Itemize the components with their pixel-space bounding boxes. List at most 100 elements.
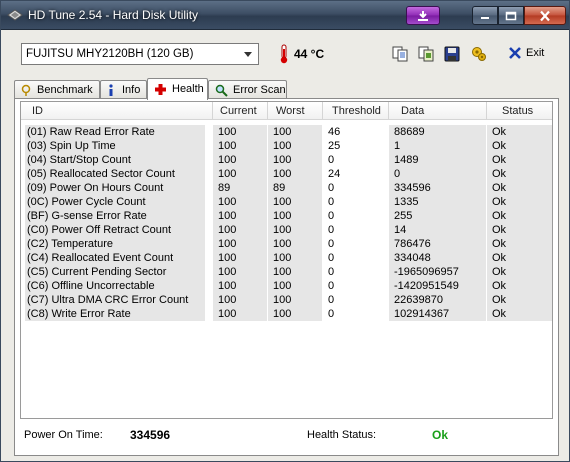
cell-current: 100: [213, 139, 267, 153]
close-icon: [540, 10, 550, 21]
tab-health-label: Health: [172, 83, 204, 95]
cell-id: (04) Start/Stop Count: [25, 153, 205, 167]
copy-text-icon[interactable]: [391, 45, 409, 63]
tab-error-scan-label: Error Scan: [233, 84, 286, 96]
thermometer-icon: [280, 44, 288, 64]
cell-worst: 100: [268, 223, 322, 237]
cell-id: (05) Reallocated Sector Count: [25, 167, 205, 181]
cell-current: 100: [213, 265, 267, 279]
column-header-worst[interactable]: Worst: [276, 105, 305, 117]
cell-status: Ok: [487, 167, 552, 181]
cell-threshold: 0: [328, 238, 335, 250]
cell-id: (C6) Offline Uncorrectable: [25, 279, 205, 293]
cell-status: Ok: [487, 279, 552, 293]
maximize-button[interactable]: [498, 6, 524, 25]
tab-health[interactable]: Health: [147, 78, 208, 100]
table-row[interactable]: (C0) Power Off Retract Count 100 100 0 14 Ok: [21, 223, 552, 237]
cell-data: 1: [389, 139, 486, 153]
cell-worst: 100: [268, 209, 322, 223]
copy-screenshot-icon[interactable]: [417, 45, 435, 63]
table-row[interactable]: (09) Power On Hours Count 89 89 0 334596 Ok: [21, 181, 552, 195]
table-row[interactable]: (C8) Write Error Rate 100 100 0 102914367 Ok: [21, 307, 552, 321]
cell-current: 100: [213, 125, 267, 139]
column-divider[interactable]: [322, 102, 323, 120]
column-header-status[interactable]: Status: [502, 105, 533, 117]
cell-status: Ok: [487, 209, 552, 223]
cell-status: Ok: [487, 181, 552, 195]
cell-data: 786476: [389, 237, 486, 251]
column-header-threshold[interactable]: Threshold: [332, 105, 381, 117]
cell-status: Ok: [487, 251, 552, 265]
cell-data: 0: [389, 167, 486, 181]
cell-current: 100: [213, 307, 267, 321]
power-on-label: Power On Time:: [24, 429, 103, 441]
health-status-label: Health Status:: [307, 429, 377, 441]
options-icon[interactable]: [470, 45, 488, 63]
column-divider[interactable]: [486, 102, 487, 120]
cell-id: (0C) Power Cycle Count: [25, 195, 205, 209]
cell-current: 100: [213, 223, 267, 237]
exit-x-icon: [509, 47, 521, 59]
app-window: HD Tune 2.54 - Hard Disk Utility FUJITSU…: [0, 0, 570, 462]
close-button[interactable]: [524, 6, 566, 25]
column-header-current[interactable]: Current: [220, 105, 257, 117]
minimize-icon: [481, 16, 489, 19]
table-row[interactable]: (03) Spin Up Time 100 100 25 1 Ok: [21, 139, 552, 153]
tab-info[interactable]: Info: [100, 80, 147, 99]
title-bar[interactable]: HD Tune 2.54 - Hard Disk Utility: [1, 1, 569, 30]
cell-data: 334048: [389, 251, 486, 265]
cell-data: 88689: [389, 125, 486, 139]
table-row[interactable]: (C2) Temperature 100 100 0 786476 Ok: [21, 237, 552, 251]
health-panel: ID Current Worst Threshold Data Status (…: [14, 98, 559, 456]
benchmark-icon: [21, 84, 31, 96]
table-row[interactable]: (BF) G-sense Error Rate 100 100 0 255 Ok: [21, 209, 552, 223]
cell-status: Ok: [487, 195, 552, 209]
temperature-readout: 44 °C: [294, 47, 325, 61]
minimize-button[interactable]: [472, 6, 498, 25]
column-divider[interactable]: [212, 102, 213, 120]
cell-data: 255: [389, 209, 486, 223]
column-divider[interactable]: [388, 102, 389, 120]
magnifier-icon: [215, 84, 228, 97]
cell-threshold: 25: [328, 140, 341, 152]
cell-id: (C5) Current Pending Sector: [25, 265, 205, 279]
smart-table[interactable]: ID Current Worst Threshold Data Status (…: [20, 101, 553, 419]
tab-error-scan[interactable]: Error Scan: [208, 80, 287, 99]
column-header-data[interactable]: Data: [401, 105, 424, 117]
cell-current: 100: [213, 209, 267, 223]
info-icon: [109, 84, 113, 96]
table-row[interactable]: (01) Raw Read Error Rate 100 100 46 88689 Ok: [21, 125, 552, 139]
table-row[interactable]: (C7) Ultra DMA CRC Error Count 100 100 0 226…: [21, 293, 552, 307]
column-header-id[interactable]: ID: [32, 105, 43, 117]
cell-worst: 100: [268, 153, 322, 167]
cell-id: (BF) G-sense Error Rate: [25, 209, 205, 223]
power-on-value: 334596: [130, 428, 171, 442]
cell-id: (C8) Write Error Rate: [25, 307, 205, 321]
cell-threshold: 46: [328, 126, 341, 138]
drive-select[interactable]: FUJITSU MHY2120BH (120 GB): [21, 43, 259, 65]
cell-worst: 100: [268, 195, 322, 209]
table-row[interactable]: (05) Reallocated Sector Count 100 100 24 0 Ok: [21, 167, 552, 181]
tray-arrow-icon: [418, 10, 428, 21]
cell-id: (C4) Reallocated Event Count: [25, 251, 205, 265]
table-row[interactable]: (04) Start/Stop Count 100 100 0 1489 Ok: [21, 153, 552, 167]
table-row[interactable]: (C5) Current Pending Sector 100 100 0 -19650…: [21, 265, 552, 279]
app-hdtune-icon[interactable]: [7, 9, 23, 21]
dropdown-arrow-icon[interactable]: [244, 52, 252, 57]
table-row[interactable]: (C4) Reallocated Event Count 100 100 0 33404…: [21, 251, 552, 265]
cell-data: 1335: [389, 195, 486, 209]
cell-threshold: 0: [328, 210, 335, 222]
cell-threshold: 24: [328, 168, 341, 180]
table-row[interactable]: (C6) Offline Uncorrectable 100 100 0 -142095…: [21, 279, 552, 293]
drive-select-value: FUJITSU MHY2120BH (120 GB): [26, 48, 194, 60]
minimize-to-tray-button[interactable]: [406, 6, 440, 25]
cell-data: -1420951549: [389, 279, 486, 293]
save-icon[interactable]: [443, 45, 461, 63]
table-row[interactable]: (0C) Power Cycle Count 100 100 0 1335 Ok: [21, 195, 552, 209]
tab-benchmark[interactable]: Benchmark: [14, 80, 100, 99]
column-divider[interactable]: [267, 102, 268, 120]
cell-threshold: 0: [328, 280, 335, 292]
cell-id: (03) Spin Up Time: [25, 139, 205, 153]
cell-status: Ok: [487, 265, 552, 279]
cell-threshold: 0: [328, 182, 335, 194]
